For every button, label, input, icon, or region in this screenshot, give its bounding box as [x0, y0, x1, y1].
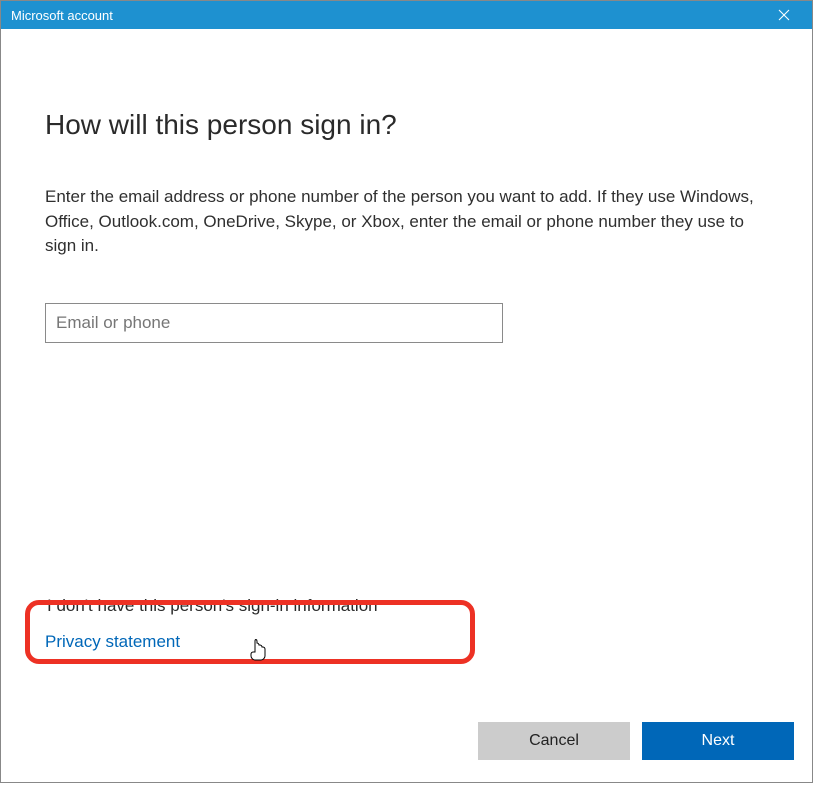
page-heading: How will this person sign in? [45, 109, 768, 141]
close-button[interactable] [764, 2, 804, 29]
bottom-links: I don't have this person's sign-in infor… [45, 594, 386, 652]
window-title: Microsoft account [11, 8, 113, 23]
page-description: Enter the email address or phone number … [45, 185, 768, 259]
dialog-content: How will this person sign in? Enter the … [1, 29, 812, 782]
privacy-statement-link[interactable]: Privacy statement [45, 632, 386, 652]
cancel-button[interactable]: Cancel [478, 722, 630, 760]
email-or-phone-input[interactable] [45, 303, 503, 343]
no-signin-info-link[interactable]: I don't have this person's sign-in infor… [45, 594, 386, 618]
next-button[interactable]: Next [642, 722, 794, 760]
dialog-button-row: Cancel Next [478, 722, 794, 760]
window-frame: Microsoft account How will this person s… [0, 0, 813, 783]
titlebar[interactable]: Microsoft account [1, 1, 812, 29]
close-icon [778, 9, 790, 21]
